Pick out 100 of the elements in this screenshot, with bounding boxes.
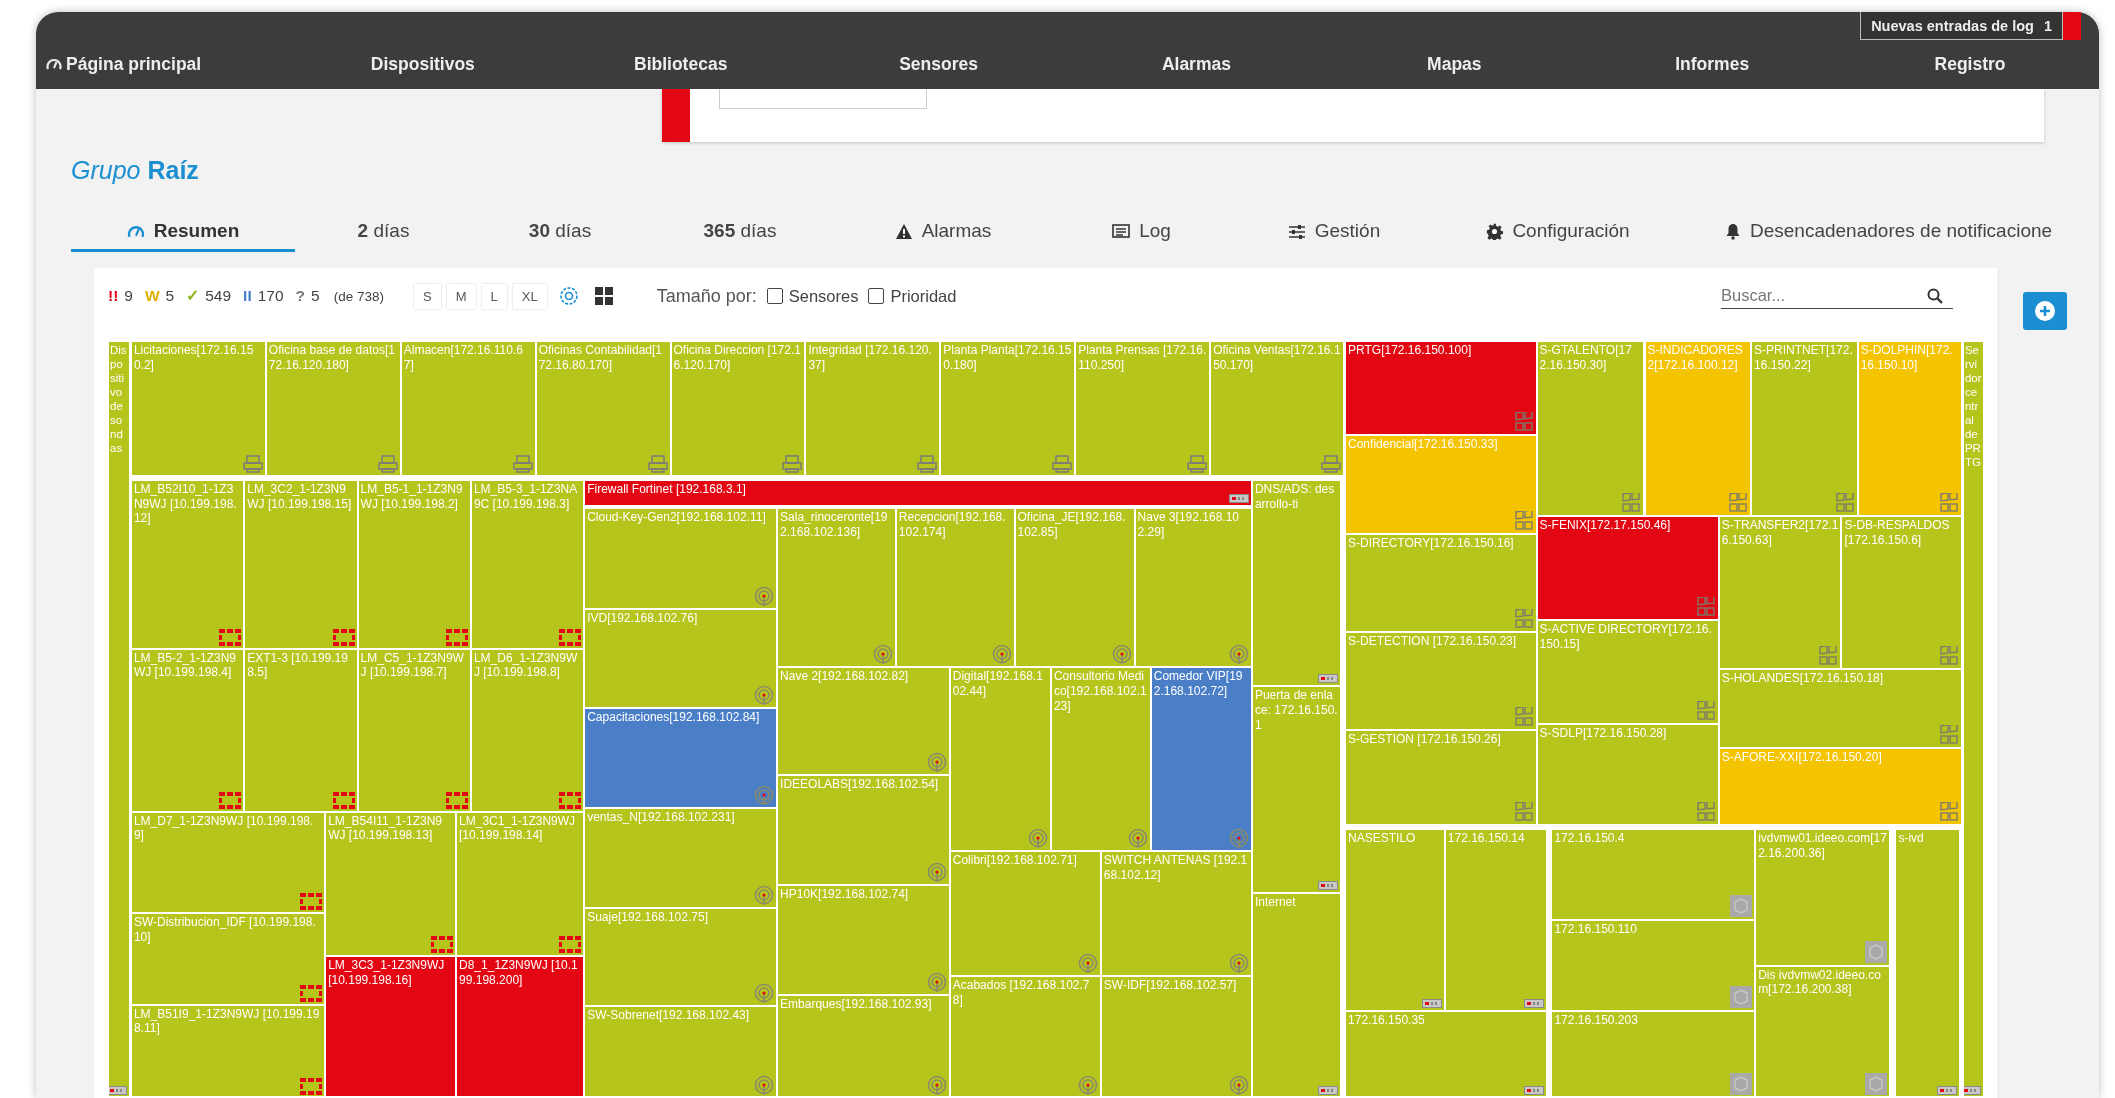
status-count[interactable]: ✓ 549	[186, 287, 232, 305]
device-tile[interactable]: S-GESTION [172.16.150.26]	[1345, 729, 1537, 826]
device-tile[interactable]: IDEEOLABS[192.168.102.54]	[777, 775, 950, 885]
add-button[interactable]	[2023, 292, 2067, 330]
size-button[interactable]: XL	[512, 283, 547, 309]
tab[interactable]: Log	[1054, 213, 1229, 252]
search-icon[interactable]	[1927, 288, 1943, 304]
device-tile[interactable]: S-GTALENTO[172.16.150.30]	[1536, 341, 1645, 517]
device-tile[interactable]: EXT1-3 [10.199.198.5]	[244, 648, 358, 812]
device-tile[interactable]: Internet	[1251, 892, 1341, 1096]
device-tile[interactable]: 172.16.150.110	[1551, 919, 1756, 1012]
target-icon[interactable]	[558, 286, 579, 306]
device-tile[interactable]: SW-Distribucion_IDF [10.199.198.10]	[130, 912, 326, 1005]
nav-item[interactable]: Dispositivos	[293, 53, 552, 75]
input-field[interactable]	[719, 89, 927, 109]
device-tile[interactable]: 172.16.150.203	[1551, 1011, 1756, 1096]
nav-item[interactable]: Alarmas	[1067, 53, 1326, 75]
grid-icon[interactable]	[594, 287, 613, 305]
device-tile[interactable]: Digital[192.168.102.44]	[949, 667, 1051, 851]
device-tile[interactable]: SW-IDF[192.168.102.57]	[1100, 976, 1252, 1096]
device-tile[interactable]: Oficina Ventas[172.16.150.170]	[1210, 341, 1344, 476]
device-tile[interactable]: S-PRINTNET[172.16.150.22]	[1751, 341, 1858, 517]
nav-item[interactable]: Página principal	[36, 53, 294, 75]
device-tile[interactable]: 172.16.150.14	[1444, 829, 1548, 1012]
device-tile[interactable]: Suaje[192.168.102.75]	[584, 907, 778, 1007]
tab[interactable]: 30 días	[472, 213, 648, 252]
device-tile[interactable]: S-ACTIVE DIRECTORY[172.16.150.15]	[1536, 620, 1719, 725]
device-tile[interactable]: Embarques[192.168.102.93]	[777, 995, 950, 1096]
device-tile[interactable]: D8_1_1Z3N9WJ [10.199.198.200]	[456, 956, 585, 1096]
device-tile[interactable]: Oficina_JE[192.168.102.85]	[1014, 508, 1135, 668]
status-count[interactable]: !! 9	[108, 287, 133, 305]
status-count[interactable]: II 170	[243, 287, 284, 305]
device-tile[interactable]: Almacen[172.16.110.67]	[400, 341, 536, 476]
device-tile[interactable]: S-HOLANDES[172.16.150.18]	[1718, 668, 1962, 749]
tab[interactable]: 365 días	[648, 213, 832, 252]
device-tile[interactable]: Acabados [192.168.102.78]	[949, 976, 1101, 1096]
device-tile[interactable]: LM_D7_1-1Z3N9WJ [10.199.198.9]	[130, 811, 326, 913]
device-tile[interactable]: Planta Prensas [172.16.110.250]	[1075, 341, 1211, 476]
device-tile[interactable]: S-INDICADORES2[172.16.100.12]	[1644, 341, 1752, 517]
device-tile[interactable]: Licitaciones[172.16.150.2]	[130, 341, 266, 476]
device-tile[interactable]: s-ivd	[1895, 829, 1961, 1096]
device-tile[interactable]: LM_B5-2_1-1Z3N9WJ [10.199.198.4]	[130, 648, 245, 812]
nav-item[interactable]: Informes	[1583, 53, 1842, 75]
size-button[interactable]: S	[414, 283, 441, 309]
tab[interactable]: Resumen	[71, 213, 295, 252]
device-tile[interactable]: S-DETECTION [172.16.150.23]	[1345, 632, 1537, 730]
device-tile[interactable]: Oficinas Contabilidad[172.16.80.170]	[535, 341, 671, 476]
device-tile[interactable]: LM_3C1_1-1Z3N9WJ [10.199.198.14]	[456, 811, 585, 957]
nav-item[interactable]: Bibliotecas	[551, 53, 810, 75]
device-tile[interactable]: Oficina Direccion [172.16.120.170]	[670, 341, 806, 476]
device-tile[interactable]: LM_B5-3_1-1Z3NA9C [10.199.198.3]	[470, 479, 585, 649]
device-tile[interactable]: Capacitaciones[192.168.102.84]	[584, 707, 778, 808]
tab[interactable]: Configuración	[1439, 213, 1677, 252]
device-tile[interactable]: SWITCH ANTENAS [192.168.102.12]	[1100, 850, 1252, 977]
device-tile[interactable]: S-DOLPHIN[172.16.150.10]	[1857, 341, 1962, 517]
device-tile[interactable]: NASESTILO	[1345, 829, 1445, 1012]
device-tile[interactable]: Puerta de enlace: 172.16.150.1	[1251, 686, 1341, 893]
device-tile[interactable]: Servidor central de PRTG	[1962, 341, 1985, 1096]
device-tile[interactable]: ventas_N[192.168.102.231]	[584, 807, 778, 908]
device-tile[interactable]: HP10K[192.168.102.74]	[777, 884, 950, 996]
device-tile[interactable]: 172.16.150.4	[1551, 829, 1756, 920]
device-tile[interactable]: Dispositivo de sondas	[108, 341, 130, 1096]
nav-item[interactable]: Sensores	[809, 53, 1068, 75]
device-tile[interactable]: S-FENIX[172.17.150.46]	[1536, 516, 1719, 621]
status-count[interactable]: ? 5	[295, 287, 320, 305]
device-tile[interactable]: Nave 3[192.168.102.29]	[1134, 508, 1252, 668]
device-tile[interactable]: Confidencial[172.16.150.33]	[1345, 435, 1537, 534]
device-tile[interactable]: S-DB-RESPALDOS[172.16.150.6]	[1841, 516, 1962, 669]
device-tile[interactable]: Sala_rinoceronte[192.168.102.136]	[777, 508, 896, 668]
device-tile[interactable]: Integridad [172.16.120.37]	[805, 341, 941, 476]
device-tile[interactable]: LM_B5-1_1-1Z3N9WJ [10.199.198.2]	[357, 479, 471, 649]
device-tile[interactable]: ivdvmw01.ideeo.com[172.16.200.36]	[1755, 829, 1890, 966]
device-tile[interactable]: SW-Sobrenet[192.168.102.43]	[584, 1006, 778, 1096]
checkbox[interactable]	[766, 288, 783, 304]
tab[interactable]: 2 días	[295, 213, 472, 252]
nav-item[interactable]: Mapas	[1325, 53, 1584, 75]
device-tile[interactable]: LM_B52I10_1-1Z3N9WJ [10.199.198.12]	[130, 479, 245, 649]
device-tile[interactable]: PRTG[172.16.150.100]	[1345, 341, 1537, 436]
tab[interactable]: Gestión	[1229, 213, 1439, 252]
device-tile[interactable]: IVD[192.168.102.76]	[584, 609, 778, 708]
nav-item[interactable]: Registro	[1841, 53, 2099, 75]
status-count[interactable]: W 5	[144, 287, 175, 305]
device-tile[interactable]: DNS/ADS: desarrollo-ti	[1251, 479, 1341, 687]
device-tile[interactable]: LM_3C2_1-1Z3N9WJ [10.199.198.15]	[244, 479, 358, 649]
device-tile[interactable]: Colibri[192.168.102.71]	[949, 850, 1101, 977]
search-field[interactable]: Buscar...	[1721, 283, 1953, 309]
device-tile[interactable]: Nave 2[192.168.102.82]	[777, 667, 950, 776]
device-tile[interactable]: LM_D6_1-1Z3N9WJ [10.199.198.8]	[470, 648, 585, 812]
device-tile[interactable]: Oficina base de datos[172.16.120.180]	[265, 341, 401, 476]
device-tile[interactable]: 172.16.150.35	[1345, 1011, 1548, 1096]
device-tile[interactable]: S-SDLP[172.16.150.28]	[1536, 724, 1719, 826]
device-tile[interactable]: S-DIRECTORY[172.16.150.16]	[1345, 533, 1537, 633]
device-tile[interactable]: Comedor VIP[192.168.102.72]	[1150, 667, 1252, 851]
device-tile[interactable]: LM_3C3_1-1Z3N9WJ [10.199.198.16]	[325, 956, 457, 1096]
device-tile[interactable]: S-TRANSFER2[172.16.150.63]	[1718, 516, 1842, 669]
tab[interactable]: Alarmas	[832, 213, 1054, 252]
size-button[interactable]: M	[446, 283, 476, 309]
device-tile[interactable]: Recepcion[192.168.102.174]	[895, 508, 1015, 668]
tab[interactable]: Desencadenadores de notificacione	[1677, 213, 2085, 252]
device-tile[interactable]: Cloud-Key-Gen2[192.168.102.11]	[584, 508, 778, 610]
